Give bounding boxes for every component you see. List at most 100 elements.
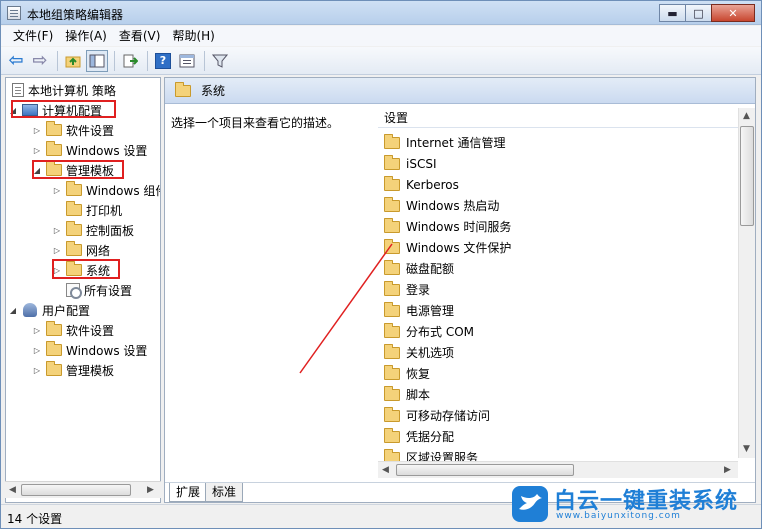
tree-pane-icon (89, 54, 105, 67)
back-button[interactable]: ⇦ (5, 50, 27, 72)
tree-user-software-settings[interactable]: ▷ 软件设置 (32, 320, 114, 340)
menu-help[interactable]: 帮助(H) (166, 26, 220, 46)
menu-view[interactable]: 查看(V) (113, 26, 167, 46)
tree-label: 软件设置 (66, 323, 115, 338)
expand-arrow-icon[interactable]: ▷ (52, 186, 62, 195)
menu-file[interactable]: 文件(F) (7, 26, 59, 46)
list-horizontal-scrollbar[interactable]: ◀ ▶ (378, 461, 738, 478)
window-controls: ▬ □ ✕ (659, 4, 755, 22)
gpedit-window: 本地组策略编辑器 ▬ □ ✕ 文件(F) 操作(A) 查看(V) 帮助(H) ⇦… (0, 0, 762, 529)
tree-software-settings[interactable]: ▷ 软件设置 (32, 120, 114, 140)
scroll-down-icon[interactable]: ▼ (743, 444, 750, 454)
list-item[interactable]: 恢复 (378, 363, 738, 384)
watermark-url: www.baiyunxitong.com (556, 511, 681, 521)
scroll-thumb[interactable] (740, 126, 754, 226)
tree-control-panel[interactable]: ▷ 控制面板 (52, 220, 134, 240)
folder-icon (175, 81, 191, 97)
scroll-left-icon[interactable]: ◀ (382, 465, 389, 475)
tree-all-settings[interactable]: 所有设置 (62, 280, 132, 300)
folder-icon (66, 221, 82, 236)
list-item[interactable]: 脚本 (378, 384, 738, 405)
expand-arrow-icon[interactable]: ▷ (52, 226, 62, 235)
list-item[interactable]: Windows 文件保护 (378, 237, 738, 258)
list-item[interactable]: 电源管理 (378, 300, 738, 321)
list-item[interactable]: Kerberos (378, 174, 738, 195)
folder-icon (384, 301, 400, 317)
list-item[interactable]: 分布式 COM (378, 321, 738, 342)
tree-user-admin-templates[interactable]: ▷ 管理模板 (32, 360, 114, 380)
arrow-right-icon: ⇨ (32, 50, 48, 71)
tree-root[interactable]: 本地计算机 策略 (8, 80, 116, 100)
filter-icon (212, 54, 228, 68)
expand-arrow-icon[interactable]: ▷ (32, 126, 42, 135)
expand-arrow-icon[interactable]: ▷ (32, 346, 42, 355)
folder-icon (384, 427, 400, 443)
list-item[interactable]: Windows 时间服务 (378, 216, 738, 237)
properties-button[interactable] (176, 50, 198, 72)
description-text: 选择一个项目来查看它的描述。 (171, 116, 340, 130)
bird-logo-icon (512, 486, 548, 522)
folder-icon (46, 121, 62, 136)
collapse-arrow-icon[interactable]: ◢ (8, 306, 18, 315)
folder-icon (384, 406, 400, 422)
highlight-computer-config (11, 100, 116, 118)
tab-extended[interactable]: 扩展 (169, 483, 208, 502)
tab-standard[interactable]: 标准 (205, 483, 244, 502)
scroll-right-icon[interactable]: ▶ (147, 485, 154, 495)
list-item[interactable]: 关机选项 (378, 342, 738, 363)
settings-list[interactable]: Internet 通信管理 iSCSI Kerberos Windows 热启动… (378, 132, 738, 468)
tree-label: 本地计算机 策略 (28, 83, 116, 98)
forward-button[interactable]: ⇨ (29, 50, 51, 72)
toolbar-separator (114, 50, 115, 71)
toolbar-separator (204, 50, 205, 71)
list-item[interactable]: 磁盘配额 (378, 258, 738, 279)
tree-horizontal-scrollbar[interactable]: ◀ ▶ (5, 481, 161, 498)
tree-network[interactable]: ▷ 网络 (52, 240, 110, 260)
list-item[interactable]: 可移动存储访问 (378, 405, 738, 426)
column-header-settings[interactable]: 设置 (378, 108, 738, 128)
tree-label: 管理模板 (66, 363, 115, 378)
show-tree-button[interactable] (86, 49, 108, 72)
tree-pane[interactable]: 本地计算机 策略 ◢ 计算机配置 ▷ 软件设置 ▷ Windows 设置 ◢ 管… (5, 77, 161, 503)
arrow-left-icon: ⇦ (8, 50, 24, 71)
list-item[interactable]: Windows 热启动 (378, 195, 738, 216)
export-list-button[interactable] (119, 50, 141, 72)
close-button[interactable]: ✕ (711, 4, 755, 22)
tree-user-windows-settings[interactable]: ▷ Windows 设置 (32, 340, 147, 360)
folder-icon (384, 364, 400, 380)
list-item[interactable]: iSCSI (378, 153, 738, 174)
tree-windows-components[interactable]: ▷ Windows 组件 (52, 180, 160, 200)
list-item[interactable]: 登录 (378, 279, 738, 300)
filter-button[interactable] (209, 50, 231, 72)
scroll-thumb[interactable] (21, 484, 131, 496)
maximize-button[interactable]: □ (685, 4, 712, 22)
expand-arrow-icon[interactable]: ▷ (52, 246, 62, 255)
toolbar-separator (147, 50, 148, 71)
title-bar[interactable]: 本地组策略编辑器 ▬ □ ✕ (1, 1, 761, 25)
tree-label: 控制面板 (86, 223, 135, 238)
expand-arrow-icon[interactable]: ▷ (32, 146, 42, 155)
folder-icon (384, 238, 400, 254)
expand-arrow-icon[interactable]: ▷ (32, 326, 42, 335)
expand-arrow-icon[interactable]: ▷ (32, 366, 42, 375)
folder-icon (384, 280, 400, 296)
scroll-thumb[interactable] (396, 464, 574, 476)
list-vertical-scrollbar[interactable]: ▲ ▼ (738, 108, 755, 458)
tree-printers[interactable]: 打印机 (52, 200, 122, 220)
tree-windows-settings[interactable]: ▷ Windows 设置 (32, 140, 147, 160)
minimize-button[interactable]: ▬ (659, 4, 686, 22)
folder-icon (384, 322, 400, 338)
tree-label: Windows 设置 (66, 343, 148, 358)
scroll-left-icon[interactable]: ◀ (9, 485, 16, 495)
scroll-up-icon[interactable]: ▲ (743, 111, 750, 121)
scroll-right-icon[interactable]: ▶ (724, 465, 731, 475)
folder-icon (384, 133, 400, 149)
highlight-admin-templates (32, 160, 124, 179)
menu-action[interactable]: 操作(A) (59, 26, 113, 46)
up-folder-button[interactable] (62, 50, 84, 72)
list-item[interactable]: 凭据分配 (378, 426, 738, 447)
help-button[interactable]: ? (152, 50, 174, 72)
list-item[interactable]: Internet 通信管理 (378, 132, 738, 153)
tree-user-config[interactable]: ◢ 用户配置 (8, 300, 90, 320)
tree-label: 用户配置 (42, 303, 91, 318)
